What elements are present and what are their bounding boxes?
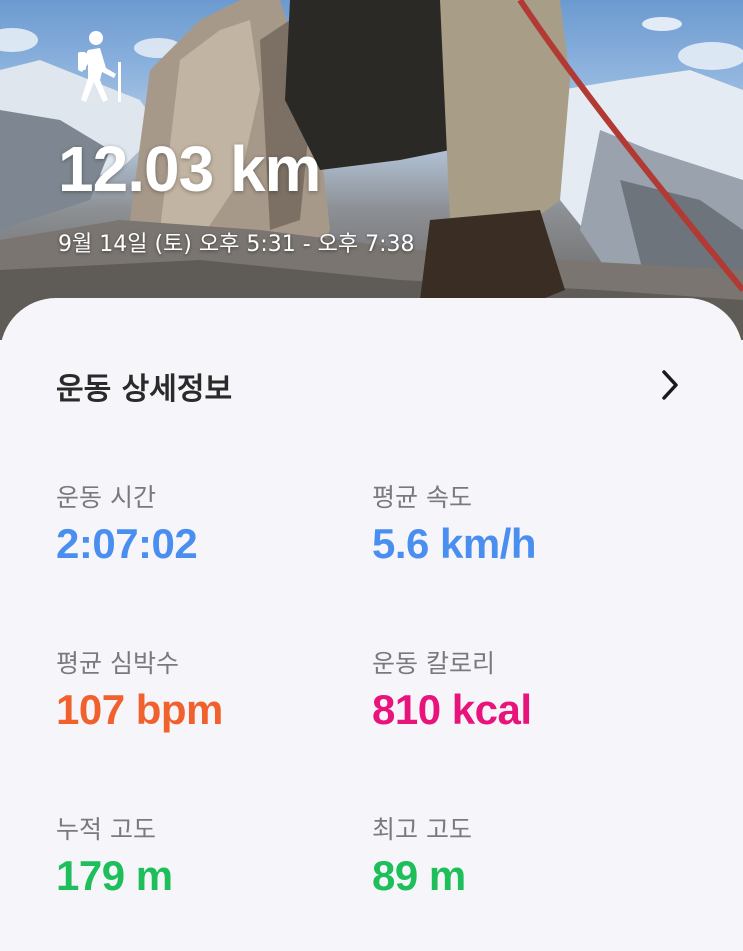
calories-label: 운동 칼로리 xyxy=(372,649,495,678)
hero-photo: 12.03 km 9월 14일 (토) 오후 5:31 - 오후 7:38 xyxy=(0,0,743,340)
hiking-icon xyxy=(78,31,121,102)
duration-value: 2:07:02 xyxy=(56,520,198,567)
max-altitude-label: 최고 고도 xyxy=(372,815,472,844)
duration-label: 운동 시간 xyxy=(56,483,156,512)
avg-heart-rate-label: 평균 심박수 xyxy=(56,649,179,678)
chevron-right-icon[interactable] xyxy=(656,368,684,402)
workout-datetime: 9월 14일 (토) 오후 5:31 - 오후 7:38 xyxy=(58,232,415,257)
cumulative-altitude-value: 179 m xyxy=(56,852,173,899)
details-title: 운동 상세정보 xyxy=(56,372,233,407)
avg-speed-label: 평균 속도 xyxy=(372,483,472,512)
max-altitude-value: 89 m xyxy=(372,852,466,899)
avg-heart-rate-value: 107 bpm xyxy=(56,686,223,733)
cumulative-altitude-label: 누적 고도 xyxy=(56,815,156,844)
workout-details-card: 운동 상세정보 운동 시간 2:07:02 평균 속도 5.6 km/h 평균 … xyxy=(0,298,743,951)
distance-value: 12.03 km xyxy=(58,133,321,205)
avg-speed-value: 5.6 km/h xyxy=(372,520,537,567)
calories-value: 810 kcal xyxy=(372,686,532,733)
